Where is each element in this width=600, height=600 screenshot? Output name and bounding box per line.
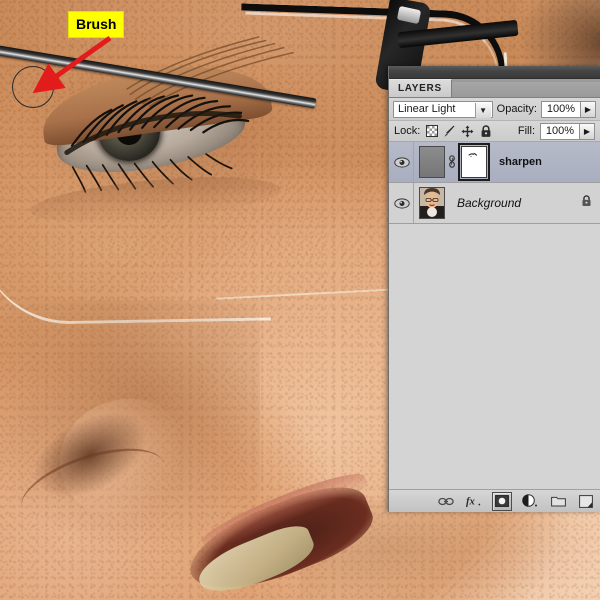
opacity-control[interactable]: 100% ▶ <box>541 100 596 118</box>
svg-text:fx: fx <box>466 497 476 508</box>
layer-locked-padlock-icon <box>581 195 592 210</box>
new-adjustment-layer-icon[interactable] <box>522 493 538 509</box>
layer-thumbnail-sharpen[interactable] <box>419 146 445 178</box>
lock-position-move-icon[interactable] <box>461 125 474 138</box>
panel-title-bar[interactable] <box>389 66 600 79</box>
screenshot-root: Brush Layer Mask Add Layer Mask LAYERS L… <box>0 0 600 600</box>
layer-visibility-toggle-sharpen[interactable] <box>391 142 414 182</box>
table-row[interactable]: sharpen <box>389 142 600 183</box>
layer-name-sharpen[interactable]: sharpen <box>499 156 542 168</box>
tab-layers[interactable]: LAYERS <box>389 79 452 97</box>
blend-mode-value: Linear Light <box>398 103 456 115</box>
chevron-down-icon[interactable]: ▼ <box>474 102 491 118</box>
fill-label: Fill: <box>517 125 535 137</box>
eye-icon <box>394 156 410 168</box>
opacity-input[interactable]: 100% <box>541 100 581 118</box>
fill-slider-arrow-icon[interactable]: ▶ <box>580 122 595 140</box>
layer-thumbnail-background[interactable] <box>419 187 445 219</box>
lock-transparency-icon[interactable] <box>425 125 438 138</box>
new-group-folder-icon[interactable] <box>550 493 566 509</box>
layers-panel-bottom-toolbar: fx <box>389 489 600 512</box>
layers-panel: LAYERS Linear Light ▼ Opacity: 100% ▶ Lo… <box>388 66 600 512</box>
layer-mask-thumbnail-sharpen[interactable] <box>458 143 490 181</box>
eye-icon <box>394 197 410 209</box>
link-layers-icon[interactable] <box>438 493 454 509</box>
opacity-slider-arrow-icon[interactable]: ▶ <box>581 100 596 118</box>
layer-name-background[interactable]: Background <box>457 196 521 210</box>
link-mask-icon[interactable] <box>447 155 457 169</box>
lock-all-padlock-icon[interactable] <box>479 124 492 138</box>
blend-opacity-row: Linear Light ▼ Opacity: 100% ▶ <box>389 98 600 121</box>
arrow-to-brush-cursor <box>32 35 112 94</box>
panel-tab-row: LAYERS <box>389 79 600 98</box>
layer-visibility-toggle-background[interactable] <box>391 183 414 223</box>
tab-row-empty <box>451 82 600 97</box>
lock-fill-row: Lock: Fill: 100% ▶ <box>389 121 600 142</box>
layer-style-fx-icon[interactable]: fx <box>466 493 482 509</box>
fill-control[interactable]: 100% ▶ <box>540 122 595 140</box>
add-layer-mask-icon[interactable] <box>492 492 512 511</box>
blend-mode-select[interactable]: Linear Light ▼ <box>393 100 493 118</box>
lock-label: Lock: <box>394 125 421 137</box>
opacity-label: Opacity: <box>496 103 537 115</box>
new-layer-icon[interactable] <box>578 493 594 509</box>
fill-input[interactable]: 100% <box>540 122 580 140</box>
table-row[interactable]: Background <box>389 183 600 224</box>
lock-image-pixels-brush-icon[interactable] <box>443 125 456 138</box>
layer-list: sharpen Background <box>389 142 600 224</box>
